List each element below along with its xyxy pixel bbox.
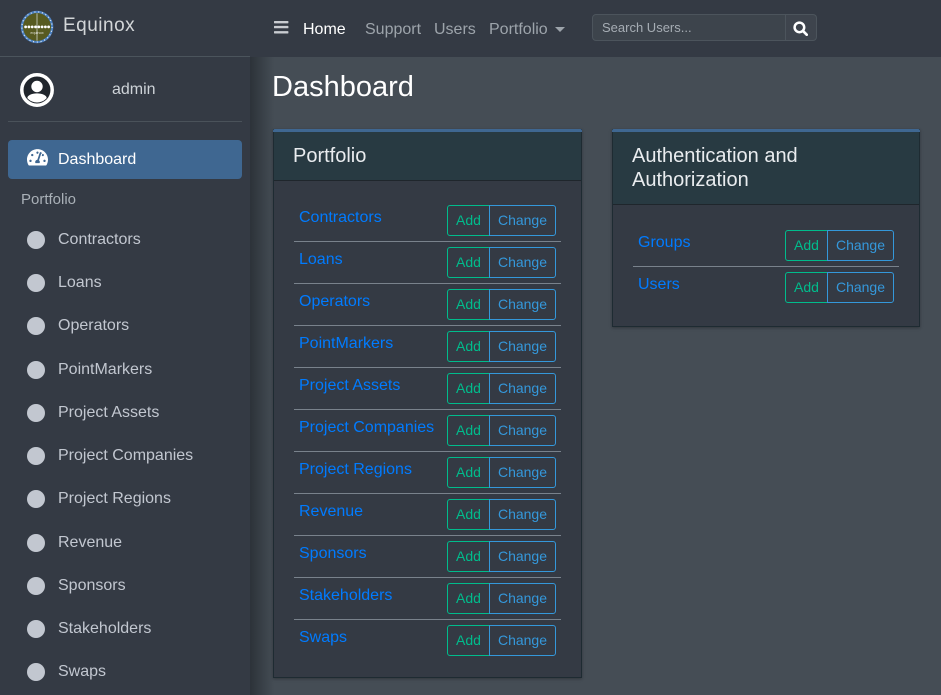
svg-text:equinox: equinox [30, 31, 43, 35]
